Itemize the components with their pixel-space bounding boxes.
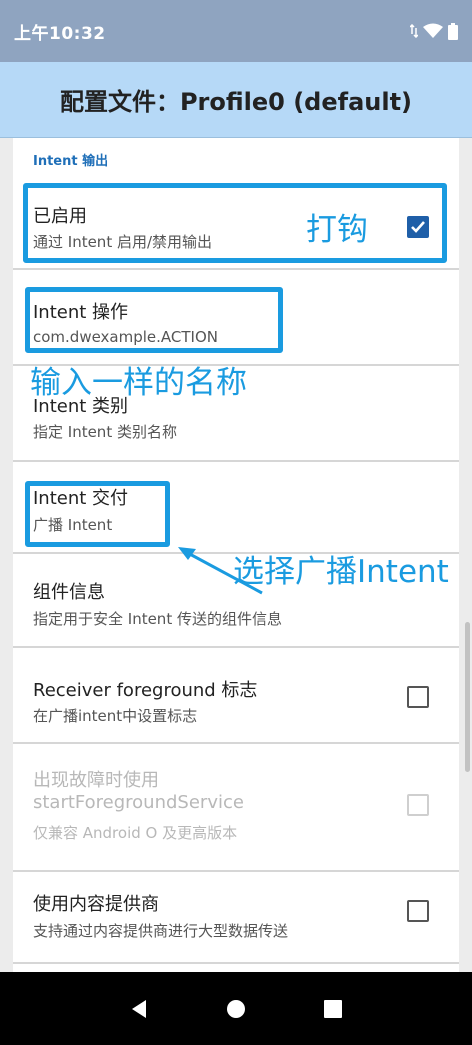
setting-content-provider[interactable]: 使用内容提供商 支持通过内容提供商进行大型数据传送 <box>13 872 459 964</box>
receiver-foreground-checkbox[interactable] <box>407 686 429 708</box>
status-time: 上午10:32 <box>14 23 106 44</box>
annotation-same-name: 输入一样的名称 <box>30 365 247 401</box>
highlight-intent-action <box>25 287 283 353</box>
setting-subtitle: 仅兼容 Android O 及更高版本 <box>33 824 238 842</box>
start-foreground-checkbox <box>407 794 429 816</box>
scrollbar[interactable] <box>465 622 470 772</box>
setting-title: 组件信息 <box>33 582 105 603</box>
setting-title: 出现故障时使用 <box>33 770 159 791</box>
setting-subtitle: 指定用于安全 Intent 传送的组件信息 <box>33 610 282 628</box>
setting-receiver-foreground[interactable]: Receiver foreground 标志 在广播intent中设置标志 <box>13 648 459 744</box>
wifi-icon <box>423 23 443 39</box>
back-icon[interactable] <box>119 989 159 1029</box>
battery-icon <box>448 22 458 40</box>
setting-title-line2: startForegroundService <box>33 792 244 813</box>
content-provider-checkbox[interactable] <box>407 900 429 922</box>
home-icon[interactable] <box>216 989 256 1029</box>
setting-title: Receiver foreground 标志 <box>33 680 258 701</box>
page-title: 配置文件：Profile0 (default) <box>59 88 413 116</box>
section-header: Intent 输出 <box>33 154 109 169</box>
setting-subtitle: 指定 Intent 类别名称 <box>33 423 177 441</box>
setting-title: 使用内容提供商 <box>33 894 159 915</box>
annotation-broadcast: 选择广播Intent <box>233 554 449 590</box>
setting-subtitle: 支持通过内容提供商进行大型数据传送 <box>33 922 289 940</box>
setting-start-foreground-service: 出现故障时使用 startForegroundService 仅兼容 Andro… <box>13 744 459 872</box>
app-bar: 配置文件：Profile0 (default) <box>0 62 472 138</box>
setting-subtitle: 在广播intent中设置标志 <box>33 707 198 725</box>
highlight-enabled-row <box>23 183 447 263</box>
status-bar: 上午10:32 <box>0 0 472 62</box>
recents-icon[interactable] <box>313 989 353 1029</box>
annotation-check: 打钩 <box>306 212 368 248</box>
highlight-intent-delivery <box>25 481 170 547</box>
status-icons <box>410 22 458 40</box>
data-transfer-icon <box>410 24 418 38</box>
navigation-bar <box>0 972 472 1045</box>
